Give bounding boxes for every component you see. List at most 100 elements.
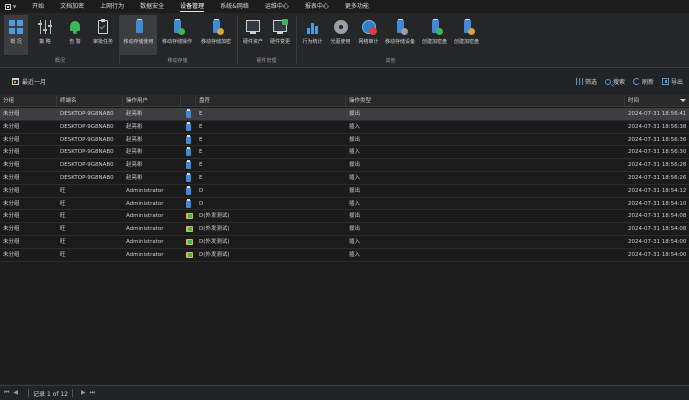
table-header: 分组 终端名 操作用户 盘符 操作类型 时间 — [0, 95, 689, 107]
refresh-button[interactable]: 刷新 — [632, 77, 654, 86]
cell-group: 未分组 — [3, 174, 20, 181]
chevron-down-icon[interactable]: ▼ — [13, 4, 16, 9]
divider — [28, 389, 30, 397]
cell-terminal: 旺 — [60, 238, 66, 245]
cell-drive: E — [199, 123, 203, 130]
table-row[interactable]: 未分组 DESKTOP-9G8NAB0 赵亮彬 E 插入 2024-07-31 18:56… — [0, 172, 689, 185]
cell-time: 2024-07-31 18:56:30 — [628, 149, 687, 156]
column-header-icon[interactable] — [181, 95, 196, 107]
cell-drive: D(外发测试) — [199, 213, 230, 220]
date-range-selector[interactable]: 最近一月 — [12, 77, 46, 86]
menu-device-management[interactable]: 设备管理 — [172, 0, 212, 13]
menu-ops-center[interactable]: 运维中心 — [257, 0, 297, 13]
hardware-changes-button[interactable]: 硬件变更 — [267, 15, 293, 55]
mobile-devices-button[interactable]: 移动存储设备 — [382, 15, 418, 55]
cell-time: 2024-07-31 18:56:38 — [628, 123, 687, 130]
folder-icon — [186, 251, 193, 258]
table-row[interactable]: 未分组 旺 Administrator D(外发测试) 插入 2024-07-31 18:… — [0, 249, 689, 262]
column-header-user[interactable]: 操作用户 — [123, 95, 181, 107]
cell-user: 赵亮彬 — [126, 149, 143, 156]
group-label-other: 其他 — [385, 58, 396, 64]
create-key-disk-button[interactable]: 创建加密盘 — [451, 15, 482, 55]
cell-time: 2024-07-31 18:56:26 — [628, 174, 687, 181]
cell-drive: D(外发测试) — [199, 226, 230, 233]
menu-doc-encryption[interactable]: 文档加密 — [52, 0, 92, 13]
table-row[interactable]: 未分组 旺 Administrator D(外发测试) 插入 2024-07-31 18:… — [0, 236, 689, 249]
pager: ⏮ ◀ — [4, 389, 18, 397]
behavior-stats-button[interactable]: 行为统计 — [299, 15, 326, 55]
group-label-overview: 概况 — [54, 58, 65, 64]
cell-group: 未分组 — [3, 136, 20, 143]
cell-drive: E — [199, 174, 203, 181]
export-button[interactable]: 导出 — [661, 77, 683, 86]
usb-drive-settings-icon — [392, 19, 408, 35]
cell-user: 赵亮彬 — [126, 123, 143, 130]
cell-group: 未分组 — [3, 238, 20, 245]
first-page-icon[interactable]: ⏮ — [4, 389, 9, 397]
cell-group: 未分组 — [3, 251, 20, 258]
usb-drive-icon — [186, 121, 191, 131]
column-header-action[interactable]: 操作类型 — [346, 95, 625, 107]
column-header-group[interactable]: 分组 — [0, 95, 57, 107]
column-header-drive[interactable]: 盘符 — [196, 95, 346, 107]
next-page-icon[interactable]: ▶ — [81, 389, 86, 397]
mobile-storage-ops-button[interactable]: 移动存储操作 — [158, 15, 196, 55]
cell-drive: E — [199, 149, 203, 156]
last-page-icon[interactable]: ⏭ — [90, 389, 95, 397]
table-row[interactable]: 未分组 DESKTOP-9G8NAB0 赵亮彬 E 拔出 2024-07-31 18:56… — [0, 134, 689, 147]
cell-terminal: DESKTOP-9G8NAB0 — [60, 149, 114, 156]
clipboard-check-icon — [95, 19, 111, 35]
usb-drive-icon — [186, 185, 191, 195]
search-button[interactable]: 搜索 — [604, 77, 625, 86]
table-row[interactable]: 未分组 旺 Administrator D 插入 2024-07-31 18:54:10 — [0, 198, 689, 211]
menu-more[interactable]: 更多功能 — [337, 0, 377, 13]
overview-button[interactable]: 概 况 — [4, 15, 28, 55]
cell-drive: E — [199, 162, 203, 169]
table-row[interactable]: 未分组 旺 Administrator D(外发测试) 拔出 2024-07-31 18:… — [0, 223, 689, 236]
ribbon: 概 况 策 略 告 警 审批任务 概况 移动存储使用 移动存储操作 移动存储加密… — [0, 13, 689, 68]
filter-button[interactable]: 筛选 — [575, 77, 597, 86]
cell-action: 拔出 — [349, 111, 361, 117]
cell-user: Administrator — [126, 238, 164, 245]
table-row[interactable]: 未分组 DESKTOP-9G8NAB0 赵亮彬 E 插入 2024-07-31 18:56… — [0, 121, 689, 134]
table-row[interactable]: 未分组 DESKTOP-9G8NAB0 赵亮彬 E 拔出 2024-07-31 18:56… — [0, 108, 689, 121]
table-row[interactable]: 未分组 旺 Administrator D(外发测试) 拔出 2024-07-31 18:… — [0, 210, 689, 224]
cell-user: 赵亮彬 — [126, 136, 143, 143]
table-row[interactable]: 未分组 DESKTOP-9G8NAB0 赵亮彬 E 插入 2024-07-31 18:56… — [0, 146, 689, 160]
mobile-storage-encrypt-button[interactable]: 移动存储加密 — [197, 15, 235, 55]
cell-time: 2024-07-31 18:56:41 — [628, 111, 687, 117]
disc-icon — [333, 19, 349, 35]
mobile-storage-usage-button[interactable]: 移动存储使用 — [120, 15, 157, 55]
cell-action: 插入 — [349, 174, 361, 181]
menu-web-behavior[interactable]: 上网行为 — [92, 0, 132, 13]
strategy-button[interactable]: 策 略 — [32, 15, 58, 55]
table-row[interactable]: 未分组 旺 Administrator D 拔出 2024-07-31 18:54:12 — [0, 185, 689, 198]
usb-drive-icon — [186, 198, 191, 208]
usb-drive-key-icon — [459, 19, 475, 35]
column-header-time[interactable]: 时间 — [625, 95, 689, 107]
group-label-hardware: 硬件管理 — [256, 58, 277, 64]
monitor-icon — [245, 19, 261, 35]
cell-terminal: DESKTOP-9G8NAB0 — [60, 162, 114, 169]
column-header-terminal[interactable]: 终端名 — [57, 95, 123, 107]
create-encrypted-disk-button[interactable]: 创建加密盘 — [419, 15, 450, 55]
cell-drive: E — [199, 111, 203, 117]
usb-drive-icon — [186, 172, 191, 182]
alert-button[interactable]: 告 警 — [62, 15, 88, 55]
menu-report-center[interactable]: 报表中心 — [297, 0, 337, 13]
menu-system-network[interactable]: 系统&网络 — [212, 0, 257, 13]
cell-group: 未分组 — [3, 200, 20, 207]
cell-user: 赵亮彬 — [126, 162, 143, 169]
status-bar: ⏮ ◀ 记录 1 of 12 ▶ ⏭ — [0, 385, 689, 400]
prev-page-icon[interactable]: ◀ — [13, 389, 18, 397]
hardware-assets-button[interactable]: 硬件资产 — [240, 15, 266, 55]
cell-user: 赵亮彬 — [126, 174, 143, 181]
audit-task-button[interactable]: 审批任务 — [89, 15, 117, 55]
cell-group: 未分组 — [3, 111, 20, 117]
menu-start[interactable]: 开始 — [24, 0, 52, 13]
menu-data-security[interactable]: 数据安全 — [132, 0, 172, 13]
optical-drive-button[interactable]: 光驱使用 — [327, 15, 354, 55]
table-row[interactable]: 未分组 DESKTOP-9G8NAB0 赵亮彬 E 拔出 2024-07-31 18:56… — [0, 159, 689, 172]
folder-icon — [186, 213, 193, 220]
network-audit-button[interactable]: 网络审计 — [355, 15, 382, 55]
